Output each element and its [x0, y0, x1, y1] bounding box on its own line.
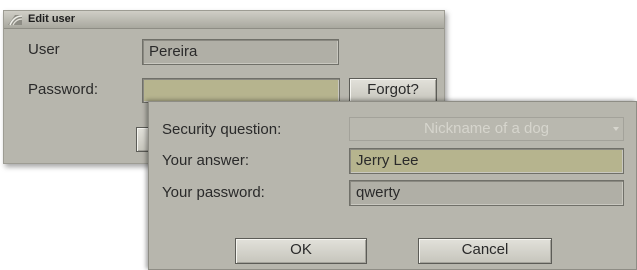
cancel-button[interactable]: Cancel	[418, 238, 552, 264]
title-bar[interactable]: Edit user	[4, 11, 444, 29]
app-logo-icon	[7, 13, 23, 26]
screen: Edit user User Pereira Password: Forgot?…	[0, 0, 637, 270]
forgot-button[interactable]: Forgot?	[349, 78, 437, 103]
security-question-label: Security question:	[162, 121, 282, 138]
your-password-label: Your password:	[162, 184, 265, 201]
user-label: User	[28, 41, 60, 58]
your-password-field[interactable]: qwerty	[349, 180, 624, 206]
user-field[interactable]: Pereira	[142, 39, 339, 65]
ok-button[interactable]: OK	[235, 238, 367, 264]
answer-field[interactable]: Jerry Lee	[349, 148, 624, 174]
password-label: Password:	[28, 81, 99, 98]
answer-label: Your answer:	[162, 152, 249, 169]
chevron-down-icon	[613, 127, 619, 131]
security-question-dropdown[interactable]: Nickname of a dog	[349, 117, 624, 141]
window-title: Edit user	[28, 13, 76, 25]
security-question-dialog: Security question: Nickname of a dog You…	[148, 101, 637, 270]
security-question-value: Nickname of a dog	[423, 120, 550, 137]
password-field[interactable]	[142, 78, 340, 103]
